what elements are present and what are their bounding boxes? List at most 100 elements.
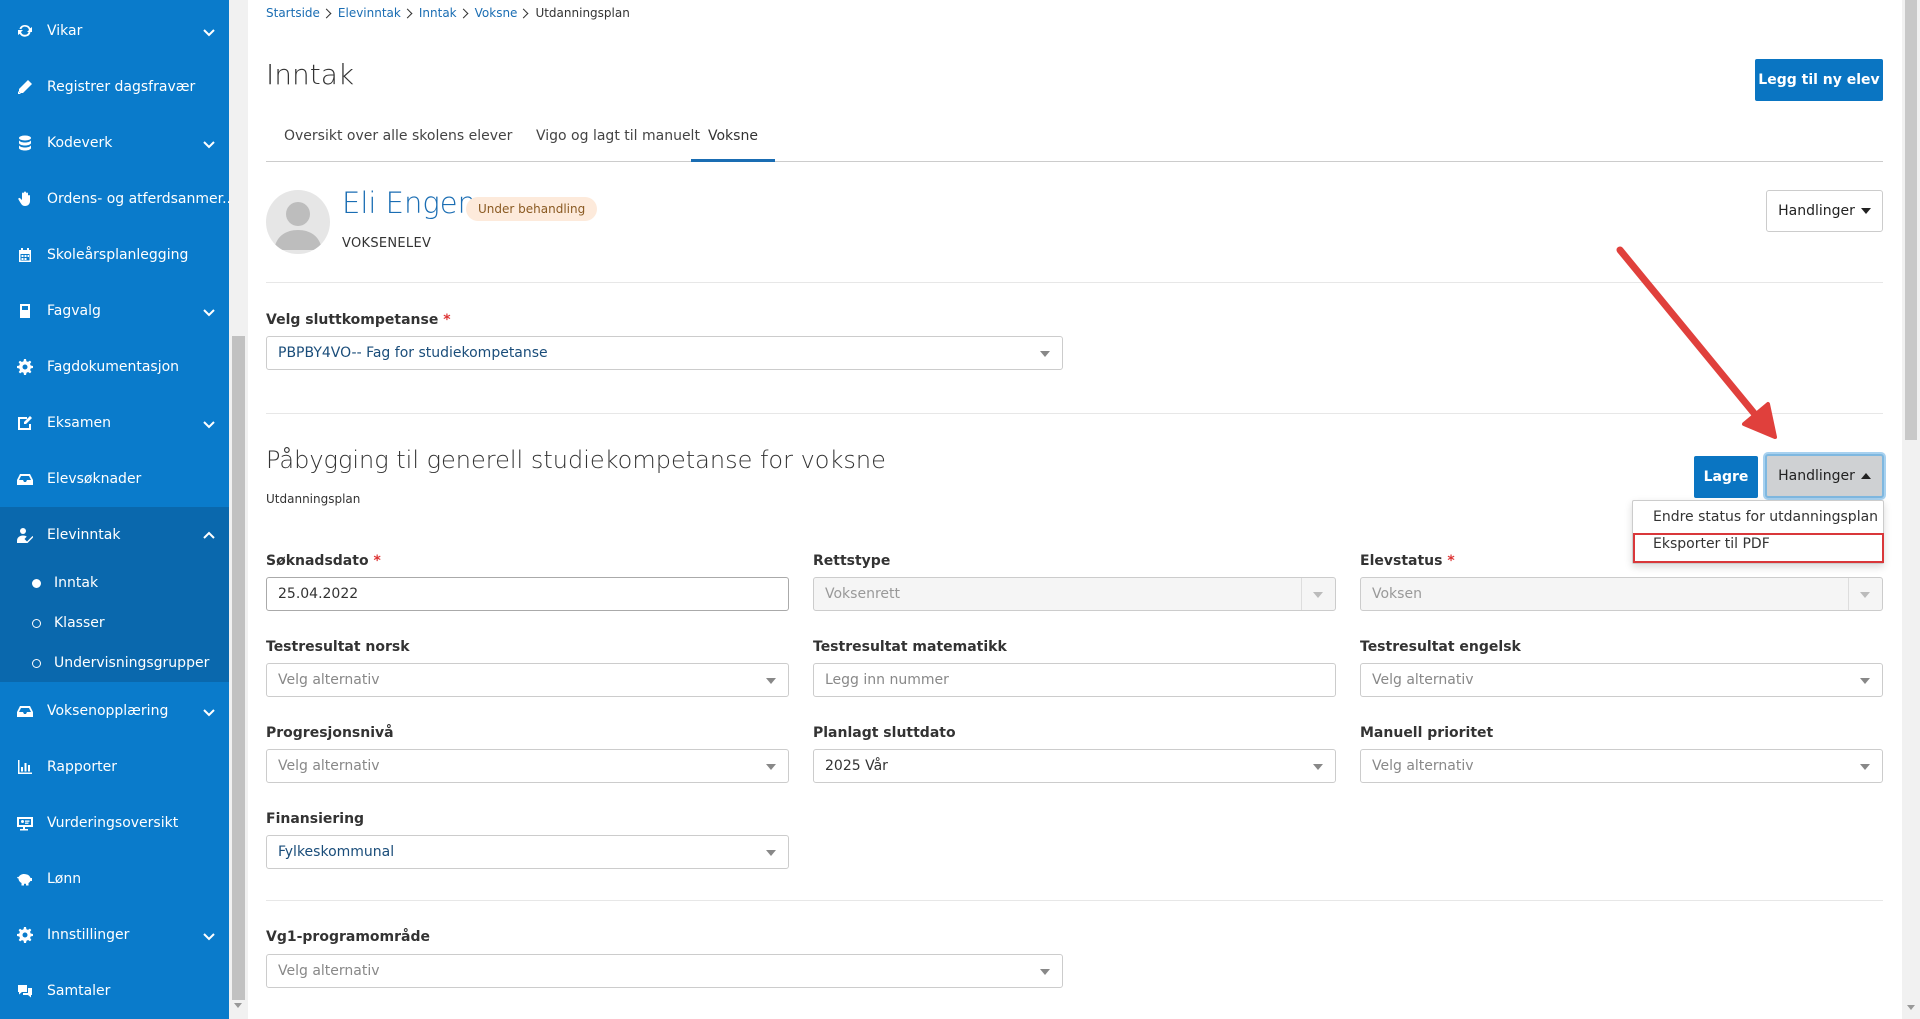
prioritet-placeholder: Velg alternativ xyxy=(1372,758,1474,774)
caret-down-icon xyxy=(1860,678,1870,684)
inbox-icon xyxy=(17,471,33,487)
piggy-bank-icon xyxy=(17,871,33,887)
sidebar-item-lonn[interactable]: Lønn xyxy=(0,859,229,899)
gear-icon xyxy=(17,359,33,375)
avatar xyxy=(266,190,330,254)
sidebar-item-rapporter[interactable]: Rapporter xyxy=(0,747,229,787)
refresh-icon xyxy=(17,23,33,39)
sidebar-item-elevsoknader[interactable]: Elevsøknader xyxy=(0,459,229,499)
plan-actions-button[interactable]: Handlinger xyxy=(1765,454,1884,498)
scroll-down-arrow-icon[interactable] xyxy=(234,1003,242,1008)
soknadsdato-label: Søknadsdato * xyxy=(266,553,381,569)
sidebar-item-kodeverk[interactable]: Kodeverk xyxy=(0,123,229,163)
sidebar-item-voksenopplaering[interactable]: Voksenopplæring xyxy=(0,691,229,731)
divider xyxy=(266,282,1883,283)
scroll-down-arrow-icon[interactable] xyxy=(1907,1005,1915,1010)
caret-down-icon xyxy=(766,678,776,684)
breadcrumb-current: Utdanningsplan xyxy=(535,6,630,20)
chevron-down-icon xyxy=(202,136,216,150)
test-norsk-select[interactable]: Velg alternativ xyxy=(266,663,789,697)
sidebar-item-vikar[interactable]: Vikar xyxy=(0,11,229,51)
active-dot-icon xyxy=(32,578,41,588)
vg1-label: Vg1-programområde xyxy=(266,929,430,945)
rettstype-value: Voksenrett xyxy=(825,586,900,602)
database-icon xyxy=(17,135,33,151)
annotation-highlight-box xyxy=(1633,533,1884,563)
tab-vigo[interactable]: Vigo og lagt til manuelt xyxy=(536,128,700,162)
test-matte-label: Testresultat matematikk xyxy=(813,639,1007,655)
chevron-right-icon xyxy=(458,8,469,18)
test-norsk-placeholder: Velg alternativ xyxy=(278,672,380,688)
section-title: Påbygging til generell studiekompetanse … xyxy=(266,446,886,474)
sidebar-scrollbar-thumb[interactable] xyxy=(232,336,245,1000)
tab-oversikt[interactable]: Oversikt over alle skolens elever xyxy=(284,128,512,162)
tab-bar: Oversikt over alle skolens elever Vigo o… xyxy=(266,122,1883,162)
sidebar-item-eksamen[interactable]: Eksamen xyxy=(0,403,229,443)
sidebar-item-label: Innstillinger xyxy=(47,927,130,943)
page-scrollbar-thumb[interactable] xyxy=(1905,0,1917,440)
sidebar-item-elevinntak[interactable]: Elevinntak xyxy=(0,515,229,555)
sidebar-item-label: Kodeverk xyxy=(47,135,113,151)
sidebar-item-fagdokumentasjon[interactable]: Fagdokumentasjon xyxy=(0,347,229,387)
tab-voksne[interactable]: Voksne xyxy=(691,128,775,162)
sidebar-item-skolearsplanlegging[interactable]: Skoleårsplanlegging xyxy=(0,235,229,275)
sidebar-item-registrer-dagsfravaer[interactable]: Registrer dagsfravær xyxy=(0,67,229,107)
test-engelsk-select[interactable]: Velg alternativ xyxy=(1360,663,1883,697)
menu-item-endre-status[interactable]: Endre status for utdanningsplan xyxy=(1653,509,1878,525)
finansiering-value: Fylkeskommunal xyxy=(278,844,395,860)
sidebar-item-vurderingsoversikt[interactable]: Vurderingsoversikt xyxy=(0,803,229,843)
finansiering-select[interactable]: Fylkeskommunal xyxy=(266,835,789,869)
chevron-down-icon xyxy=(202,928,216,942)
sidebar-item-label: Vikar xyxy=(47,23,83,39)
sidebar-subitem-label: Inntak xyxy=(54,575,99,591)
status-badge: Under behandling xyxy=(466,197,598,221)
sluttkompetanse-label-text: Velg sluttkompetanse xyxy=(266,312,439,328)
student-actions-button[interactable]: Handlinger xyxy=(1766,190,1883,232)
sidebar-subitem-inntak[interactable]: Inntak xyxy=(0,565,229,601)
chevron-right-icon xyxy=(402,8,413,18)
sidebar-subitem-klasser[interactable]: Klasser xyxy=(0,605,229,641)
breadcrumb-link-voksne[interactable]: Voksne xyxy=(475,6,518,20)
progresjon-label: Progresjonsnivå xyxy=(266,725,394,741)
add-student-button[interactable]: Legg til ny elev xyxy=(1755,59,1883,101)
rettstype-label: Rettstype xyxy=(813,553,891,569)
test-matte-placeholder: Legg inn nummer xyxy=(825,672,949,688)
inbox-icon xyxy=(17,703,33,719)
chevron-down-icon xyxy=(202,416,216,430)
sidebar: Vikar Registrer dagsfravær Kodeverk Orde… xyxy=(0,0,229,1019)
breadcrumb-link-inntak[interactable]: Inntak xyxy=(419,6,457,20)
sidebar-item-label: Fagvalg xyxy=(47,303,101,319)
sidebar-item-ordens-og-atferdsanmerkninger[interactable]: Ordens- og atferdsanmer... xyxy=(0,179,229,219)
sidebar-subitem-undervisningsgrupper[interactable]: Undervisningsgrupper xyxy=(0,645,229,681)
caret-down-icon xyxy=(1040,351,1050,357)
sidebar-item-fagvalg[interactable]: Fagvalg xyxy=(0,291,229,331)
sidebar-item-label: Rapporter xyxy=(47,759,117,775)
elevstatus-label-text: Elevstatus xyxy=(1360,553,1443,569)
sluttkompetanse-value: PBPBY4VO-- Fag for studiekompetanse xyxy=(278,345,548,361)
sidebar-item-label: Voksenopplæring xyxy=(47,703,169,719)
sidebar-subitem-label: Klasser xyxy=(54,615,105,631)
sidebar-item-label: Eksamen xyxy=(47,415,111,431)
calendar-icon xyxy=(17,247,33,263)
test-engelsk-label: Testresultat engelsk xyxy=(1360,639,1521,655)
breadcrumb-link-startside[interactable]: Startside xyxy=(266,6,320,20)
breadcrumb-link-elevinntak[interactable]: Elevinntak xyxy=(338,6,401,20)
sluttdato-select[interactable]: 2025 Vår xyxy=(813,749,1336,783)
sluttkompetanse-select[interactable]: PBPBY4VO-- Fag for studiekompetanse xyxy=(266,336,1063,370)
gear-icon xyxy=(17,927,33,943)
section-subtitle: Utdanningsplan xyxy=(266,492,361,506)
test-matte-input[interactable]: Legg inn nummer xyxy=(813,663,1336,697)
sidebar-item-samtaler[interactable]: Samtaler xyxy=(0,971,229,1011)
rettstype-select: Voksenrett xyxy=(813,577,1336,611)
soknadsdato-input[interactable]: 25.04.2022 xyxy=(266,577,789,611)
required-marker: * xyxy=(443,312,451,328)
edit-chart-icon xyxy=(17,415,33,431)
progresjon-select[interactable]: Velg alternativ xyxy=(266,749,789,783)
student-type: VOKSENELEV xyxy=(342,236,432,251)
save-button[interactable]: Lagre xyxy=(1694,456,1758,498)
vg1-select[interactable]: Velg alternativ xyxy=(266,954,1063,988)
prioritet-select[interactable]: Velg alternativ xyxy=(1360,749,1883,783)
caret-up-icon xyxy=(1860,473,1871,479)
sluttdato-label: Planlagt sluttdato xyxy=(813,725,956,741)
sidebar-item-innstillinger[interactable]: Innstillinger xyxy=(0,915,229,955)
